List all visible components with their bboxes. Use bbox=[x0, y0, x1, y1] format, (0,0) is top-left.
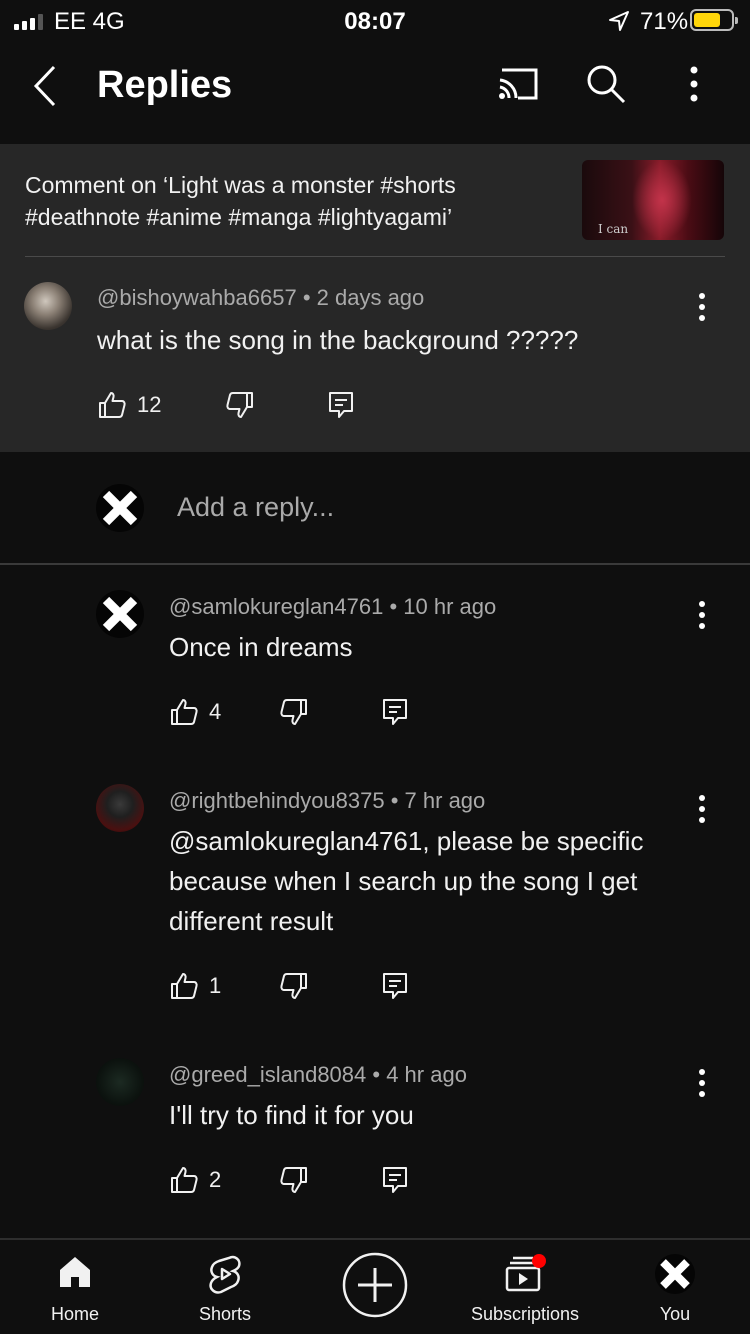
status-bar: EE 4G 08:07 71% bbox=[0, 0, 750, 42]
back-icon[interactable] bbox=[30, 64, 60, 108]
divider bbox=[25, 256, 725, 257]
like-count: 12 bbox=[137, 392, 162, 417]
dislike-icon[interactable] bbox=[279, 1165, 309, 1195]
app-header: Replies bbox=[0, 42, 750, 144]
more-icon[interactable] bbox=[690, 794, 714, 824]
like-icon[interactable] bbox=[169, 697, 199, 727]
reply-icon[interactable] bbox=[381, 971, 409, 1001]
more-icon[interactable] bbox=[690, 292, 714, 322]
avatar[interactable] bbox=[96, 590, 144, 638]
nav-create[interactable] bbox=[300, 1240, 450, 1334]
reply-text: I'll try to find it for you bbox=[169, 1100, 414, 1130]
comment-author[interactable]: @bishoywahba6657 bbox=[97, 285, 297, 310]
comment-actions: 12 bbox=[97, 390, 355, 420]
reply-meta: @greed_island8084 • 4 hr ago bbox=[169, 1062, 467, 1087]
comment-age: 2 days ago bbox=[316, 285, 425, 310]
battery-percent: 71% bbox=[640, 8, 689, 35]
avatar[interactable] bbox=[24, 282, 72, 330]
nav-label: Subscriptions bbox=[470, 1304, 580, 1324]
comment-meta: @bishoywahba6657 • 2 days ago bbox=[97, 285, 425, 310]
reply-meta: @rightbehindyou8375 • 7 hr ago bbox=[169, 788, 486, 813]
like-count: 2 bbox=[209, 1167, 222, 1192]
thumbnail-text: I can bbox=[598, 222, 629, 236]
notification-dot bbox=[532, 1254, 546, 1268]
parent-comment-section: Comment on ‘Light was a monster #shorts … bbox=[0, 144, 750, 452]
reply-author[interactable]: @samlokureglan4761 bbox=[169, 594, 383, 619]
comment-text: what is the song in the background ????? bbox=[97, 325, 579, 355]
nav-subscriptions[interactable]: Subscriptions bbox=[450, 1240, 600, 1334]
location-icon bbox=[609, 11, 629, 31]
reply-text: Once in dreams bbox=[169, 632, 353, 662]
more-icon[interactable] bbox=[690, 1068, 714, 1098]
like-icon[interactable] bbox=[97, 390, 127, 420]
like-count: 4 bbox=[209, 699, 222, 724]
like-count: 1 bbox=[209, 973, 222, 998]
reply-author[interactable]: @rightbehindyou8375 bbox=[169, 788, 385, 813]
reply-input[interactable]: Add a reply... bbox=[177, 492, 334, 523]
add-reply-row: Add a reply... bbox=[0, 452, 750, 565]
more-icon[interactable] bbox=[680, 64, 708, 104]
reply-actions: 4 bbox=[169, 697, 409, 727]
user-avatar bbox=[96, 484, 144, 532]
nav-home[interactable]: Home bbox=[0, 1240, 150, 1334]
search-icon[interactable] bbox=[584, 62, 628, 106]
bottom-nav: Home Shorts Subscriptions You bbox=[0, 1238, 750, 1334]
avatar[interactable] bbox=[96, 1058, 144, 1106]
avatar[interactable] bbox=[96, 784, 144, 832]
reply-age: 4 hr ago bbox=[386, 1062, 467, 1087]
cast-icon[interactable] bbox=[496, 66, 540, 102]
reply-icon[interactable] bbox=[381, 1165, 409, 1195]
home-icon bbox=[60, 1257, 90, 1287]
like-icon[interactable] bbox=[169, 1165, 199, 1195]
nav-you[interactable]: You bbox=[600, 1240, 750, 1334]
battery-icon bbox=[690, 9, 738, 31]
dislike-icon[interactable] bbox=[279, 697, 309, 727]
dislike-icon[interactable] bbox=[279, 971, 309, 1001]
nav-label: Home bbox=[50, 1304, 99, 1324]
more-icon[interactable] bbox=[690, 600, 714, 630]
create-icon bbox=[342, 1252, 408, 1318]
reply-actions: 2 bbox=[169, 1165, 409, 1195]
reply-actions: 1 bbox=[169, 971, 409, 1001]
shorts-icon bbox=[209, 1255, 241, 1294]
page-title: Replies bbox=[97, 64, 233, 106]
nav-shorts[interactable]: Shorts bbox=[150, 1240, 300, 1334]
you-avatar bbox=[655, 1254, 695, 1294]
nav-label: You bbox=[659, 1304, 691, 1324]
reply-text: @samlokureglan4761, please be specific b… bbox=[169, 826, 644, 936]
video-context[interactable]: Comment on ‘Light was a monster #shorts … bbox=[25, 169, 545, 233]
clock: 08:07 bbox=[344, 8, 406, 35]
reply-meta: @samlokureglan4761 • 10 hr ago bbox=[169, 594, 497, 619]
reply-age: 10 hr ago bbox=[403, 594, 497, 619]
reply-icon[interactable] bbox=[327, 390, 355, 420]
like-icon[interactable] bbox=[169, 971, 199, 1001]
reply-author[interactable]: @greed_island8084 bbox=[169, 1062, 366, 1087]
video-thumbnail[interactable]: I can bbox=[582, 160, 724, 240]
nav-label: Shorts bbox=[198, 1304, 252, 1324]
dislike-icon[interactable] bbox=[225, 390, 255, 420]
reply-age: 7 hr ago bbox=[404, 788, 486, 813]
reply-icon[interactable] bbox=[381, 697, 409, 727]
subscriptions-icon bbox=[505, 1254, 546, 1292]
